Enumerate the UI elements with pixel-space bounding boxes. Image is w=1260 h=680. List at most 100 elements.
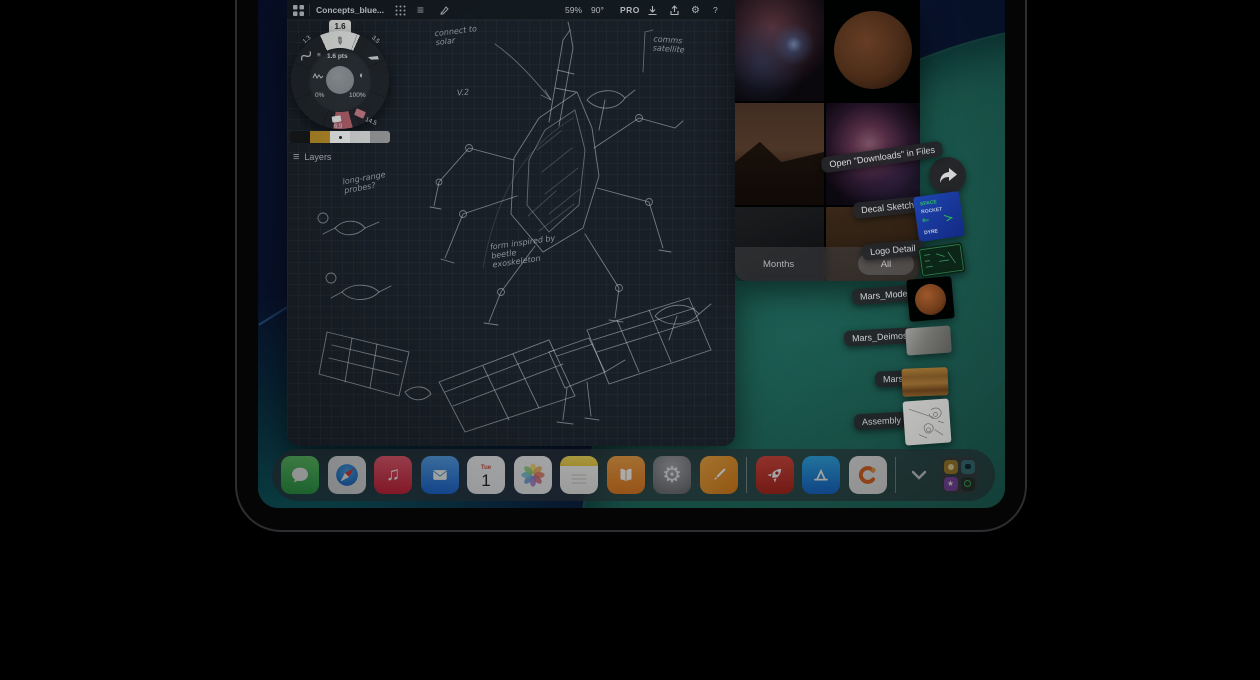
c-swirl-icon [855,462,881,488]
mars-globe-art [914,283,948,317]
precision-grid-icon[interactable] [395,0,406,20]
dock-app-c-swirl[interactable] [849,456,887,494]
photos-app-window[interactable]: Months All [735,0,920,281]
dock-app-notes[interactable] [560,456,598,494]
lines-icon: ≡ [317,52,321,59]
palette-swatch-black[interactable] [290,131,310,143]
messages-bubble-icon [288,463,312,487]
opacity-max-label: 100% [349,92,366,99]
svg-text:DYRE: DYRE [924,228,939,236]
dock-app-mail[interactable] [421,456,459,494]
music-note-icon: ♫ [386,464,400,486]
photo-thumbnail-nebula[interactable] [735,0,824,101]
rotation-value[interactable]: 90° [591,0,604,20]
svg-text:R≡: R≡ [922,217,929,224]
settings-gear-glyph: ⚙ [662,462,682,488]
stack-menu-icon[interactable]: ≡ [417,0,424,20]
palette-swatch-gray[interactable] [370,131,390,143]
concepts-app-window[interactable]: Concepts_blue... ≡ 59% 90° PRO ⚙ ? [287,0,735,446]
notes-lines-icon [567,463,591,487]
dock-app-settings[interactable]: ⚙ [653,456,691,494]
settings-gear-icon[interactable]: ⚙ [691,0,700,20]
toolbar-divider [309,4,310,16]
safari-compass-icon [332,460,362,490]
books-open-book-icon [615,464,637,486]
dock-divider [746,457,747,493]
logo-art [917,242,966,278]
annotation-version: V.2 [457,87,470,97]
calendar-day: 1 [481,472,490,490]
svg-text:SPACE: SPACE [920,199,938,207]
app-library-button[interactable]: ★ [941,457,977,493]
app-grid-icon[interactable] [293,0,304,20]
dock-app-concepts[interactable] [700,456,738,494]
ipad-screen: Concepts_blue... ≡ 59% 90° PRO ⚙ ? [258,0,1005,508]
brush-size-bottom-right: 14.5 [364,117,377,127]
annotation-connect-to-solar: connect to solar [434,23,490,48]
thumbnail-mars-deimos[interactable] [905,325,952,355]
concepts-toolbar: Concepts_blue... ≡ 59% 90° PRO ⚙ ? [287,0,735,20]
thumbnail-mars-model[interactable] [906,276,954,322]
layers-menu-icon: ≡ [293,151,299,163]
opacity-min-label: 0% [315,92,324,99]
palette-swatch-gold[interactable] [310,131,330,143]
chevron-down-icon [910,469,928,481]
brush-tool-wheel[interactable]: 1.6 ✎ 1.3 3.5 6.9 14.5 ≡ 1.6 pts ◐ 0% 10… [291,20,389,132]
dock-app-music[interactable]: ♫ [374,456,412,494]
opacity-half-icon[interactable]: ◐ [359,70,364,80]
layers-label: Layers [304,152,331,162]
assembly-art [903,398,952,445]
annotation-long-range-probes: long-range probes? [342,167,406,196]
layers-panel-toggle[interactable]: ≡ Layers [293,151,331,163]
dock: ♫ Tue 1 [272,449,995,501]
decal-art: SPACEROCKETR≡ DYRE [913,191,965,242]
photo-thumbnail-mars-globe[interactable] [826,0,920,101]
eraser-tool-icon[interactable] [332,115,342,122]
concepts-pen-icon [707,463,731,487]
tab-months[interactable]: Months [763,247,794,281]
appstore-a-icon [809,463,833,487]
document-title[interactable]: Concepts_blue... [316,0,384,20]
brush-size-bottom: 6.9 [334,124,342,130]
dock-app-appstore[interactable] [802,456,840,494]
share-export-icon[interactable] [669,0,680,20]
page-background: Concepts_blue... ≡ 59% 90° PRO ⚙ ? [0,0,1260,680]
mail-envelope-icon [429,464,451,486]
color-palette-bar[interactable] [290,131,390,143]
annotation-comms-satellite: comms satellite [652,34,699,56]
dock-app-calendar[interactable]: Tue 1 [467,456,505,494]
dock-app-books[interactable] [607,456,645,494]
dock-divider [895,457,896,493]
palette-swatch-white-selected[interactable] [330,131,350,143]
dock-collapse-chevron[interactable] [905,456,933,494]
thumbnail-decal-sketches[interactable]: SPACEROCKETR≡ DYRE [913,191,965,242]
pressure-icon[interactable] [312,72,324,80]
color-size-preview-knob[interactable] [326,66,354,94]
thumbnail-logo-detail[interactable] [917,242,966,278]
photo-thumbnail-mars-landscape[interactable] [735,103,824,205]
pen-tool-icon[interactable] [439,0,450,20]
share-forward-button[interactable] [929,157,966,194]
palette-swatch-lightgray[interactable] [350,131,370,143]
forward-arrow-icon [938,167,958,185]
thumbnail-mars-map[interactable] [902,367,949,397]
timer-mini-icon [961,477,975,491]
stroke-width-value: 1.6 pts [327,53,348,60]
annotation-form-inspired: form inspired by beetle exoskeleton [489,234,558,270]
dock-app-rocket[interactable] [756,456,794,494]
pro-badge[interactable]: PRO [620,0,640,20]
download-icon[interactable] [647,0,658,20]
zoom-level[interactable]: 59% [565,0,582,20]
thumbnail-assembly-sketch[interactable] [903,398,952,445]
star-mini-icon: ★ [944,477,958,491]
dock-app-photos[interactable] [514,456,552,494]
help-button[interactable]: ? [713,0,718,20]
drag-item-label: Assembly [854,412,910,431]
dock-app-safari[interactable] [328,456,366,494]
selected-swatch-dot [339,136,342,139]
camera-mini-icon [961,460,975,474]
dock-app-messages[interactable] [281,456,319,494]
rocket-icon [763,463,787,487]
svg-text:ROCKET: ROCKET [921,207,943,216]
lightbulb-mini-icon [944,460,958,474]
